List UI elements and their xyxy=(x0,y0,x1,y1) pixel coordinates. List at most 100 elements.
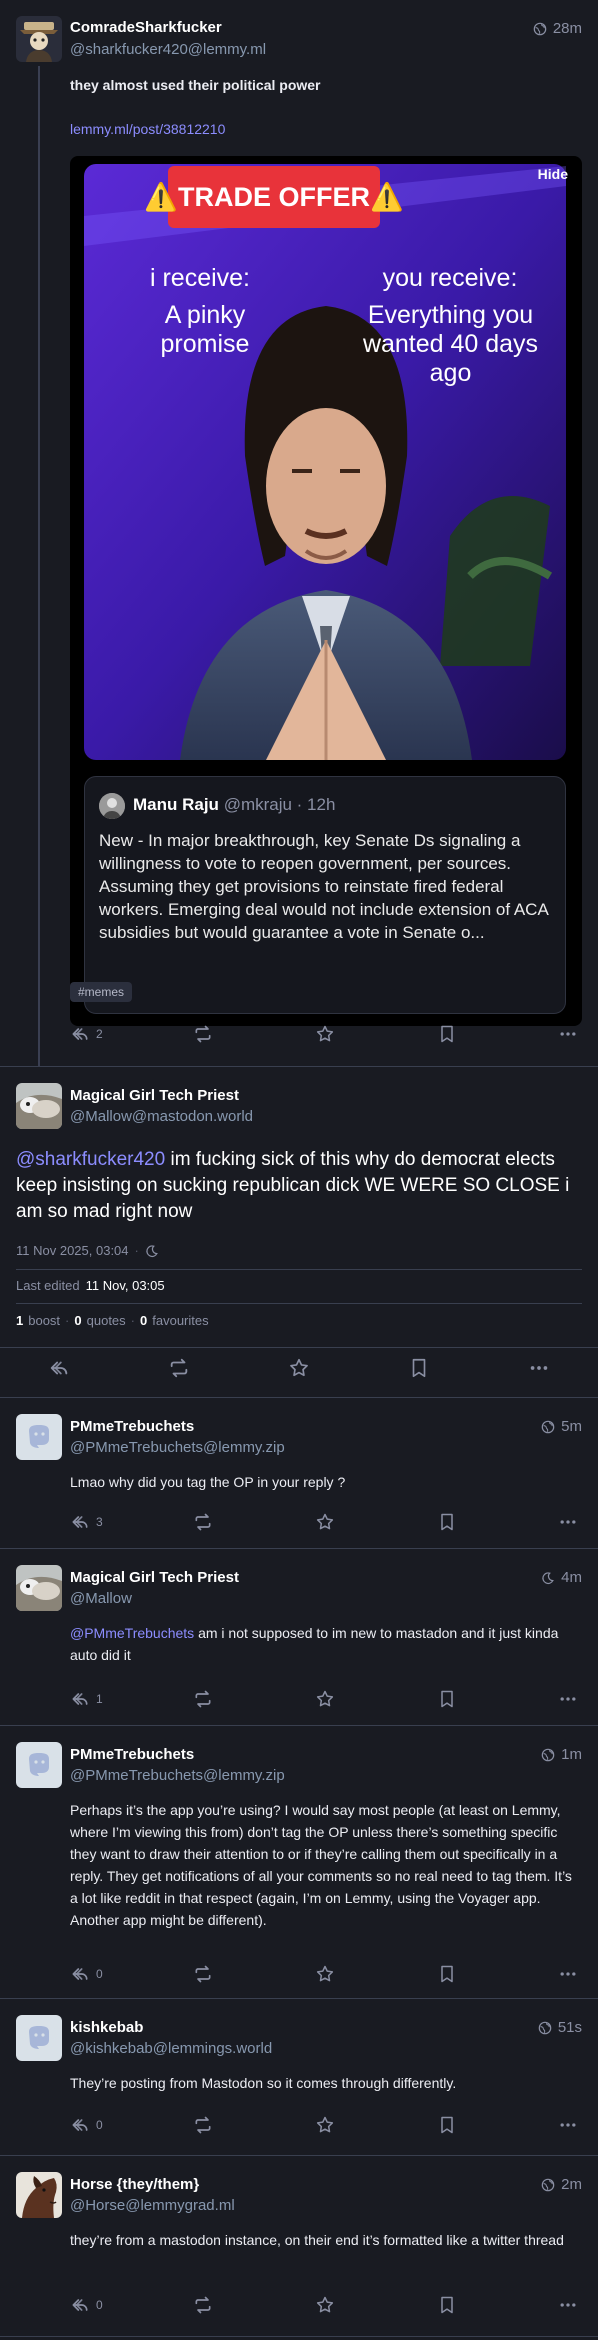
bookmark-button[interactable] xyxy=(437,1687,457,1711)
divider xyxy=(16,1303,582,1304)
favourite-button[interactable] xyxy=(315,1510,335,1534)
main-post[interactable]: ComradeSharkfucker @sharkfucker420@lemmy… xyxy=(0,0,598,1066)
bookmark-button[interactable] xyxy=(437,1510,457,1534)
avatar[interactable] xyxy=(16,1742,62,1788)
more-button[interactable] xyxy=(528,1356,550,1380)
boost-button[interactable] xyxy=(193,1962,213,1986)
star-icon xyxy=(315,2295,335,2315)
avatar[interactable] xyxy=(16,2015,62,2061)
reply-button[interactable]: 0 xyxy=(70,2293,103,2317)
favourite-button[interactable] xyxy=(315,1962,335,1986)
reply-button[interactable]: 2 xyxy=(70,1022,103,1046)
star-icon xyxy=(288,1357,310,1379)
reply-post[interactable]: Magical Girl Tech Priest @Mallow 4m @PMm… xyxy=(0,1549,598,1725)
more-button[interactable] xyxy=(558,2113,578,2137)
thread-line xyxy=(38,66,40,1066)
favourite-button[interactable] xyxy=(315,1022,335,1046)
favourite-button[interactable] xyxy=(315,2293,335,2317)
mention-link[interactable]: @sharkfucker420 xyxy=(16,1149,165,1170)
author-name[interactable]: Horse {they/them} xyxy=(70,2176,199,2193)
author-handle[interactable]: @Mallow@mastodon.world xyxy=(70,1108,253,1125)
reply-button[interactable]: 0 xyxy=(70,2113,103,2137)
author-handle[interactable]: @PMmeTrebuchets@lemmy.zip xyxy=(70,1767,285,1784)
boost-button[interactable] xyxy=(193,1510,213,1534)
favs-label[interactable]: favourites xyxy=(152,1313,208,1328)
mention-link[interactable]: @PMmeTrebuchets xyxy=(70,1625,194,1641)
avatar[interactable] xyxy=(16,2172,62,2218)
bookmark-button[interactable] xyxy=(408,1356,430,1380)
author-name[interactable]: kishkebab xyxy=(70,2019,143,2036)
post-time[interactable]: 2m xyxy=(541,2176,582,2193)
reply-post[interactable]: Horse {they/them} @Horse@lemmygrad.ml 2m… xyxy=(0,2156,598,2336)
author-name[interactable]: PMmeTrebuchets xyxy=(70,1746,194,1763)
author-handle[interactable]: @PMmeTrebuchets@lemmy.zip xyxy=(70,1439,285,1456)
post-time[interactable]: 28m xyxy=(533,20,582,37)
post-date-text[interactable]: 11 Nov 2025, 03:04 xyxy=(16,1243,129,1258)
reply-post[interactable]: PMmeTrebuchets @PMmeTrebuchets@lemmy.zip… xyxy=(0,1398,598,1548)
boosts-label[interactable]: boost xyxy=(28,1313,60,1328)
divider xyxy=(16,1269,582,1270)
boost-button[interactable] xyxy=(193,1022,213,1046)
post-text: Perhaps it’s the app you’re using? I wou… xyxy=(70,1802,572,1928)
hide-media-button[interactable]: Hide xyxy=(538,166,568,182)
more-button[interactable] xyxy=(558,1022,578,1046)
bookmark-icon xyxy=(437,2295,457,2315)
author-name[interactable]: ComradeSharkfucker xyxy=(70,19,222,36)
edited-info[interactable]: Last edited 11 Nov, 03:05 xyxy=(16,1278,165,1293)
reply-button[interactable]: 1 xyxy=(70,1687,103,1711)
more-button[interactable] xyxy=(558,2293,578,2317)
bookmark-icon xyxy=(437,1964,457,1984)
bookmark-button[interactable] xyxy=(437,1962,457,1986)
avatar[interactable] xyxy=(16,1414,62,1460)
author-handle[interactable]: @sharkfucker420@lemmy.ml xyxy=(70,41,266,58)
star-icon xyxy=(315,2115,335,2135)
more-button[interactable] xyxy=(558,1510,578,1534)
reply-button[interactable]: 0 xyxy=(70,1962,103,1986)
author-handle[interactable]: @Horse@lemmygrad.ml xyxy=(70,2197,235,2214)
more-button[interactable] xyxy=(558,1687,578,1711)
quotes-label[interactable]: quotes xyxy=(87,1313,126,1328)
bookmark-button[interactable] xyxy=(437,1022,457,1046)
avatar[interactable] xyxy=(16,16,62,62)
favourite-button[interactable] xyxy=(315,2113,335,2137)
post-link[interactable]: lemmy.ml/post/38812210 xyxy=(70,118,574,140)
boost-icon xyxy=(193,2295,213,2315)
reply-button[interactable] xyxy=(48,1356,70,1380)
tweet-text: New - In major breakthrough, key Senate … xyxy=(99,831,548,942)
boost-button[interactable] xyxy=(193,2113,213,2137)
post-time[interactable]: 4m xyxy=(541,1569,582,1586)
reply-post[interactable]: PMmeTrebuchets @PMmeTrebuchets@lemmy.zip… xyxy=(0,1726,598,1998)
more-button[interactable] xyxy=(558,1962,578,1986)
meme-left-heading: i receive: xyxy=(149,264,251,292)
hashtag[interactable]: #memes xyxy=(70,982,133,1002)
favourite-button[interactable] xyxy=(315,1687,335,1711)
boost-button[interactable] xyxy=(193,2293,213,2317)
author-handle[interactable]: @kishkebab@lemmings.world xyxy=(70,2040,272,2057)
author-name[interactable]: Magical Girl Tech Priest xyxy=(70,1569,239,1586)
boost-button[interactable] xyxy=(168,1356,190,1380)
bookmark-button[interactable] xyxy=(437,2293,457,2317)
avatar[interactable] xyxy=(16,1083,62,1129)
post-time[interactable]: 1m xyxy=(541,1746,582,1763)
author-name[interactable]: PMmeTrebuchets xyxy=(70,1418,194,1435)
reply-post[interactable]: kishkebab @kishkebab@lemmings.world 51s … xyxy=(0,1999,598,2155)
favourite-button[interactable] xyxy=(288,1356,310,1380)
boosts-count: 1 xyxy=(16,1313,24,1328)
boost-button[interactable] xyxy=(193,1687,213,1711)
bookmark-button[interactable] xyxy=(437,2113,457,2137)
more-icon xyxy=(558,1689,578,1709)
meme-banner: ⚠️TRADE OFFER⚠️ xyxy=(144,166,404,228)
avatar[interactable] xyxy=(16,1565,62,1611)
action-bar: 3 xyxy=(70,1510,582,1534)
reply-count: 0 xyxy=(96,1967,103,1981)
media-attachment[interactable]: ⚠️TRADE OFFER⚠️ i receive: A pinky promi… xyxy=(70,156,582,1026)
author-name[interactable]: Magical Girl Tech Priest xyxy=(70,1087,239,1104)
more-icon xyxy=(558,2295,578,2315)
boost-icon xyxy=(168,1357,190,1379)
post-time-text: 4m xyxy=(561,1569,582,1586)
reply-button[interactable]: 3 xyxy=(70,1510,103,1534)
post-time[interactable]: 5m xyxy=(541,1418,582,1435)
author-handle[interactable]: @Mallow xyxy=(70,1590,132,1607)
tweet-name: Manu Raju xyxy=(133,795,219,814)
post-time[interactable]: 51s xyxy=(538,2019,582,2036)
